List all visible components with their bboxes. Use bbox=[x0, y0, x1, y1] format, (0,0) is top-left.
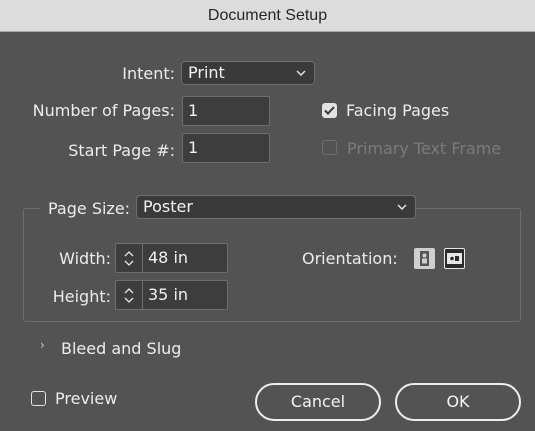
chevron-down-icon bbox=[124, 297, 134, 303]
pages-label: Number of Pages: bbox=[32, 101, 175, 120]
landscape-icon bbox=[447, 253, 462, 264]
facing-pages-label: Facing Pages bbox=[346, 101, 450, 120]
height-label: Height: bbox=[52, 287, 111, 306]
intent-value: Print bbox=[188, 63, 225, 82]
width-label: Width: bbox=[59, 249, 111, 268]
ok-button[interactable]: OK bbox=[395, 383, 521, 421]
page-size-value: Poster bbox=[143, 197, 193, 216]
intent-dropdown[interactable]: Print bbox=[181, 61, 315, 85]
checkmark-icon bbox=[324, 106, 335, 115]
portrait-icon bbox=[420, 251, 429, 266]
preview-checkbox[interactable] bbox=[31, 391, 46, 406]
chevron-down-icon bbox=[296, 62, 306, 84]
height-stepper[interactable] bbox=[116, 281, 143, 309]
width-stepper[interactable] bbox=[116, 244, 143, 272]
chevron-down-icon bbox=[124, 260, 134, 266]
start-page-input[interactable]: 1 bbox=[182, 133, 270, 163]
start-page-label: Start Page #: bbox=[68, 141, 175, 160]
preview-label: Preview bbox=[55, 389, 118, 408]
pages-input[interactable]: 1 bbox=[182, 96, 270, 126]
width-value: 48 in bbox=[148, 248, 189, 267]
chevron-up-icon bbox=[124, 250, 134, 256]
primary-text-frame-label: Primary Text Frame bbox=[347, 139, 502, 158]
facing-pages-checkbox[interactable] bbox=[322, 103, 337, 118]
chevron-down-icon bbox=[397, 196, 407, 218]
cancel-button[interactable]: Cancel bbox=[255, 383, 381, 421]
page-size-label: Page Size: bbox=[40, 199, 139, 218]
page-size-dropdown[interactable]: Poster bbox=[136, 195, 416, 219]
bleed-slug-toggle[interactable]: Bleed and Slug bbox=[61, 339, 181, 358]
orientation-label: Orientation: bbox=[302, 249, 398, 268]
primary-text-frame-checkbox[interactable] bbox=[322, 140, 337, 155]
height-value: 35 in bbox=[148, 285, 189, 304]
orientation-portrait-button[interactable] bbox=[414, 248, 435, 269]
chevron-up-icon bbox=[124, 287, 134, 293]
intent-label: Intent: bbox=[122, 64, 175, 83]
width-field[interactable]: 48 in bbox=[115, 243, 228, 273]
chevron-right-icon[interactable]: › bbox=[40, 338, 45, 352]
dialog-title: Document Setup bbox=[207, 7, 328, 24]
height-field[interactable]: 35 in bbox=[115, 280, 228, 310]
orientation-landscape-button[interactable] bbox=[444, 248, 465, 269]
